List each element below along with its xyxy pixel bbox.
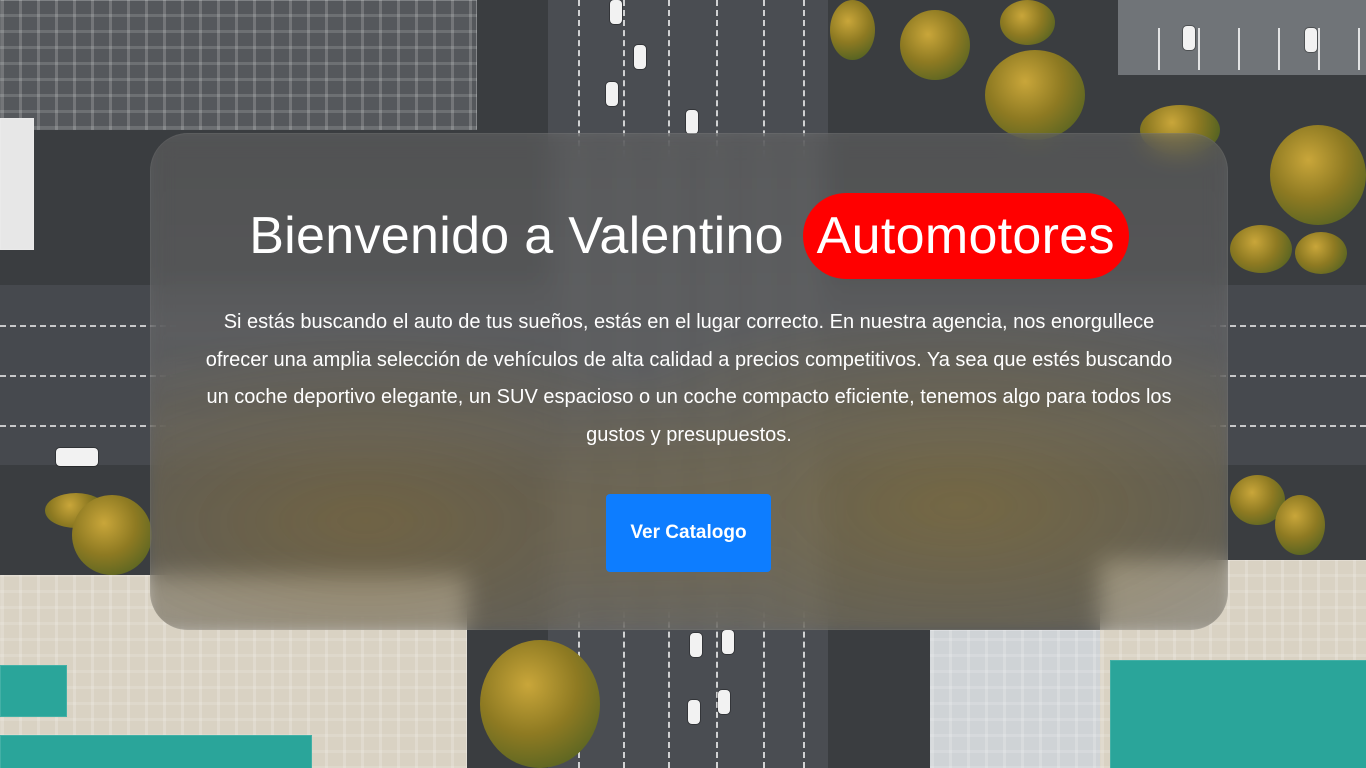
tree [830,0,875,60]
rooftop-pool [0,735,312,768]
hero-content: Bienvenido a Valentino Automotores Si es… [150,133,1228,630]
car [1183,26,1195,50]
tree [900,10,970,80]
car [690,633,702,657]
rooftop-pool [0,665,67,717]
hero-title: Bienvenido a Valentino Automotores [150,191,1228,281]
tree [480,640,600,768]
hero-card: Bienvenido a Valentino Automotores Si es… [150,133,1228,630]
car [718,690,730,714]
parking-line [1358,28,1360,70]
car [688,700,700,724]
car [56,448,98,466]
building-bottom-right [930,630,1112,768]
car [722,630,734,654]
hero-title-prefix: Bienvenido a Valentino [249,207,784,265]
brand-badge: Automotores [802,193,1129,279]
tree [72,495,152,575]
parking-line [1278,28,1280,70]
car [1305,28,1317,52]
tree [1230,225,1292,273]
car [686,110,698,134]
parking-line [1318,28,1320,70]
parking-line [1158,28,1160,70]
parking-lot [1118,0,1366,75]
tree [1270,125,1366,225]
tree [1295,232,1347,274]
car [610,0,622,24]
building-tower [0,118,34,250]
car [634,45,646,69]
tree [1275,495,1325,555]
parking-line [1198,28,1200,70]
parking-line [1238,28,1240,70]
view-catalog-button[interactable]: Ver Catalogo [606,494,771,572]
hero-description: Si estás buscando el auto de tus sueños,… [205,311,1173,446]
rooftop-teal [1110,660,1366,768]
tree [985,50,1085,140]
car [606,82,618,106]
tree [1000,0,1055,45]
building-top-left [0,0,477,130]
